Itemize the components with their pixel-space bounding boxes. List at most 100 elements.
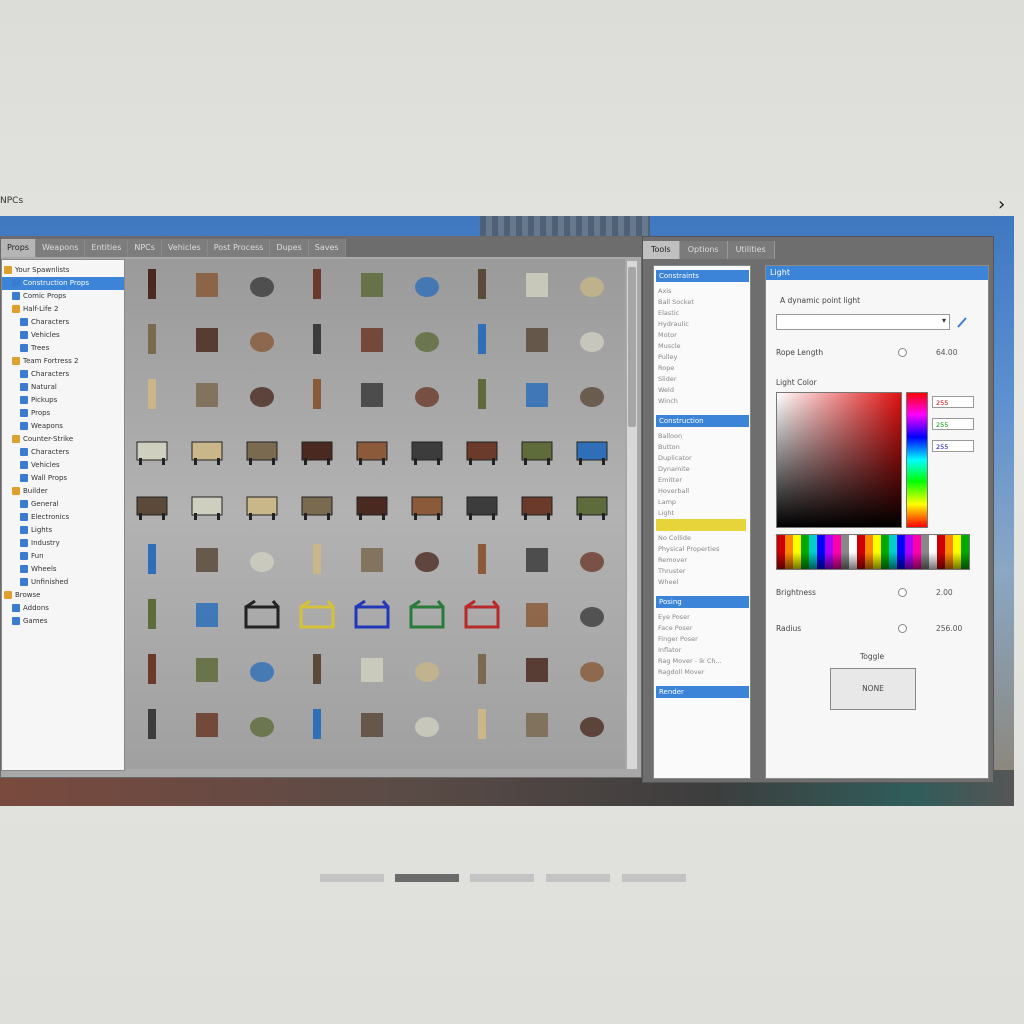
prop-thumbnail[interactable]: [298, 320, 336, 358]
prop-thumbnail[interactable]: [133, 375, 171, 413]
tree-item[interactable]: General: [2, 498, 124, 511]
prop-thumbnail[interactable]: [463, 485, 501, 523]
color-palette[interactable]: [776, 534, 970, 570]
tree-item[interactable]: Team Fortress 2: [2, 355, 124, 368]
prop-thumbnail[interactable]: [133, 265, 171, 303]
tool-category-header[interactable]: Construction: [656, 415, 749, 427]
prop-thumbnail[interactable]: [298, 265, 336, 303]
radius-slider[interactable]: [898, 624, 907, 633]
tree-item[interactable]: Natural: [2, 381, 124, 394]
carousel-dot-2[interactable]: [395, 874, 459, 882]
tool-item[interactable]: No Collide: [658, 533, 691, 543]
tree-item[interactable]: Industry: [2, 537, 124, 550]
prop-thumbnail[interactable]: [463, 540, 501, 578]
prop-thumbnail[interactable]: [298, 485, 336, 523]
prop-thumbnail[interactable]: [408, 430, 446, 468]
prop-thumbnail[interactable]: [573, 595, 611, 633]
tree-item[interactable]: Characters: [2, 368, 124, 381]
tool-category-header[interactable]: Render: [656, 686, 749, 698]
tool-item[interactable]: Ragdoll Mover: [658, 667, 704, 677]
tree-item[interactable]: Fun: [2, 550, 124, 563]
prop-thumbnail[interactable]: [353, 375, 391, 413]
prop-thumbnail[interactable]: [353, 650, 391, 688]
prop-thumbnail[interactable]: [353, 485, 391, 523]
prop-thumbnail[interactable]: [298, 595, 336, 633]
tree-item[interactable]: Addons: [2, 602, 124, 615]
prop-thumbnail[interactable]: [408, 375, 446, 413]
prop-thumbnail[interactable]: [518, 320, 556, 358]
tab-npcs[interactable]: NPCs: [128, 239, 162, 257]
prop-thumbnail[interactable]: [573, 705, 611, 743]
prop-thumbnail[interactable]: [573, 320, 611, 358]
carousel-dot-3[interactable]: [470, 874, 534, 882]
prop-thumbnail[interactable]: [573, 265, 611, 303]
prop-thumbnail[interactable]: [408, 265, 446, 303]
rope-length-slider[interactable]: [898, 348, 907, 357]
tool-item[interactable]: Lamp: [658, 497, 676, 507]
prop-thumbnail[interactable]: [243, 540, 281, 578]
tool-item[interactable]: Rope: [658, 363, 674, 373]
prop-thumbnail[interactable]: [518, 705, 556, 743]
tool-item[interactable]: Hydraulic: [658, 319, 689, 329]
prop-thumbnail[interactable]: [243, 705, 281, 743]
tool-item[interactable]: Motor: [658, 330, 677, 340]
tree-item[interactable]: Weapons: [2, 420, 124, 433]
tool-item[interactable]: Muscle: [658, 341, 681, 351]
tool-item[interactable]: Inflator: [658, 645, 681, 655]
prop-thumbnail[interactable]: [353, 265, 391, 303]
tool-item[interactable]: Axis: [658, 286, 672, 296]
prop-thumbnail[interactable]: [408, 540, 446, 578]
prop-thumbnail[interactable]: [518, 650, 556, 688]
prop-thumbnail[interactable]: [463, 265, 501, 303]
tree-item[interactable]: Lights: [2, 524, 124, 537]
prop-thumbnail[interactable]: [133, 485, 171, 523]
tool-item[interactable]: Duplicator: [658, 453, 692, 463]
brightness-value[interactable]: 2.00: [936, 588, 953, 597]
prop-thumbnail[interactable]: [573, 485, 611, 523]
tree-item[interactable]: Your Spawnlists: [2, 264, 124, 277]
prop-thumbnail[interactable]: [463, 430, 501, 468]
prop-thumbnail[interactable]: [188, 650, 226, 688]
tree-item[interactable]: Unfinished: [2, 576, 124, 589]
tool-item[interactable]: Rag Mover - Ik Ch...: [658, 656, 722, 666]
tree-item[interactable]: Characters: [2, 446, 124, 459]
prop-grid-scroll-thumb[interactable]: [628, 267, 636, 427]
tree-item[interactable]: Props: [2, 407, 124, 420]
tool-item[interactable]: Eye Poser: [658, 612, 690, 622]
tool-item[interactable]: Finger Poser: [658, 634, 698, 644]
tab-saves[interactable]: Saves: [308, 239, 346, 257]
tab-utilities[interactable]: Utilities: [727, 241, 775, 259]
prop-thumbnail[interactable]: [463, 375, 501, 413]
prop-thumbnail[interactable]: [353, 320, 391, 358]
tool-item[interactable]: Slider: [658, 374, 677, 384]
tool-category-header[interactable]: Constraints: [656, 270, 749, 282]
tree-item[interactable]: Counter-Strike: [2, 433, 124, 446]
tab-tools[interactable]: Tools: [643, 241, 680, 259]
prop-thumbnail[interactable]: [573, 375, 611, 413]
tree-item[interactable]: Trees: [2, 342, 124, 355]
tab-vehicles[interactable]: Vehicles: [161, 239, 208, 257]
prop-thumbnail[interactable]: [188, 320, 226, 358]
prop-thumbnail[interactable]: [133, 320, 171, 358]
color-saturation-picker[interactable]: [776, 392, 902, 528]
tree-item[interactable]: Games: [2, 615, 124, 628]
prop-thumbnail[interactable]: [188, 595, 226, 633]
prop-thumbnail[interactable]: [408, 595, 446, 633]
prop-thumbnail[interactable]: [353, 705, 391, 743]
prop-thumbnail[interactable]: [573, 650, 611, 688]
prop-thumbnail[interactable]: [243, 320, 281, 358]
rope-length-value[interactable]: 64.00: [936, 348, 957, 357]
prop-thumbnail[interactable]: [408, 320, 446, 358]
prop-thumbnail[interactable]: [243, 485, 281, 523]
prop-thumbnail[interactable]: [243, 265, 281, 303]
tool-item[interactable]: Weld: [658, 385, 674, 395]
prop-thumbnail[interactable]: [243, 375, 281, 413]
tool-item[interactable]: Balloon: [658, 431, 682, 441]
prop-thumbnail[interactable]: [518, 375, 556, 413]
tree-item[interactable]: Pickups: [2, 394, 124, 407]
tool-item[interactable]: Dynamite: [658, 464, 690, 474]
tree-item[interactable]: Vehicles: [2, 329, 124, 342]
green-value-input[interactable]: 255: [932, 418, 974, 430]
prop-thumbnail[interactable]: [408, 705, 446, 743]
tool-item[interactable]: Elastic: [658, 308, 679, 318]
